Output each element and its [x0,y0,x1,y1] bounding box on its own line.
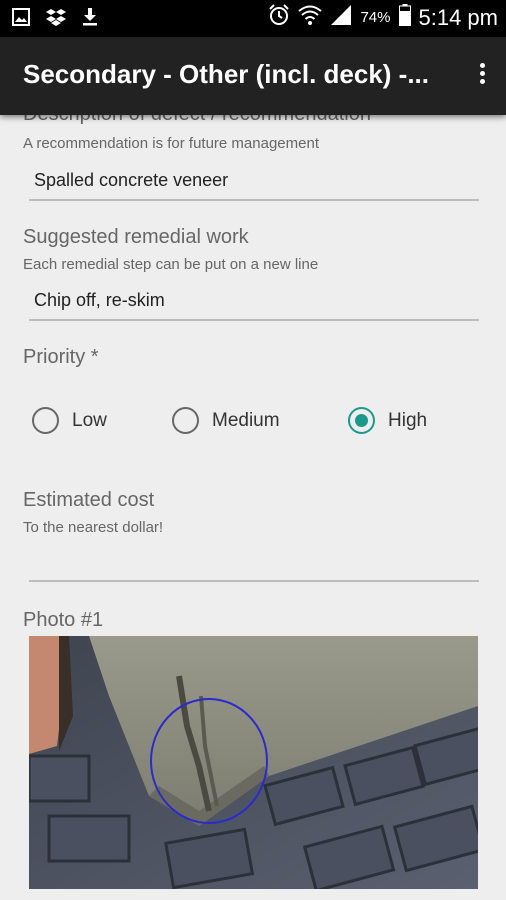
app-bar: Secondary - Other (incl. deck) -... [0,37,506,115]
cost-hint: To the nearest dollar! [23,519,164,536]
cost-label: Estimated cost [23,489,155,511]
status-time: 5:14 pm [418,4,499,30]
defect-photo[interactable] [29,636,478,889]
form-content[interactable]: Description of defect / recommendation *… [0,115,506,900]
image-icon [12,8,30,31]
download-icon [82,8,98,31]
cost-field[interactable] [29,546,479,582]
radio-unchecked-icon [32,407,59,434]
page-title: Secondary - Other (incl. deck) -... [23,59,429,89]
overflow-menu-icon[interactable] [476,63,488,89]
photo-label: Photo #1 [23,609,104,631]
battery-percent: 74% [360,9,391,26]
description-field[interactable]: Spalled concrete veneer [29,165,479,201]
status-bar: 74% 5:14 pm [0,0,506,37]
remedial-hint: Each remedial step can be put on a new l… [23,256,319,273]
radio-checked-icon [348,407,375,434]
remedial-value: Chip off, re-skim [34,290,165,310]
wifi-icon [298,4,323,31]
radio-unchecked-icon [172,407,199,434]
priority-high-radio[interactable]: High [348,407,427,434]
alarm-icon [268,4,290,31]
description-value: Spalled concrete veneer [34,170,229,190]
priority-low-radio[interactable]: Low [32,407,107,434]
priority-high-label: High [388,409,428,431]
defect-photo-image [29,636,478,889]
description-label: Description of defect / recommendation * [23,115,384,126]
remedial-field[interactable]: Chip off, re-skim [29,285,479,321]
signal-icon [330,4,352,31]
priority-label: Priority * [23,346,99,368]
priority-low-label: Low [72,409,107,431]
priority-medium-radio[interactable]: Medium [172,407,280,434]
remedial-label: Suggested remedial work [23,226,249,248]
priority-medium-label: Medium [212,409,280,431]
description-hint: A recommendation is for future managemen… [23,135,319,152]
priority-radio-group: Low Medium High [0,407,506,441]
dropbox-icon [46,8,66,31]
battery-icon [398,4,411,31]
